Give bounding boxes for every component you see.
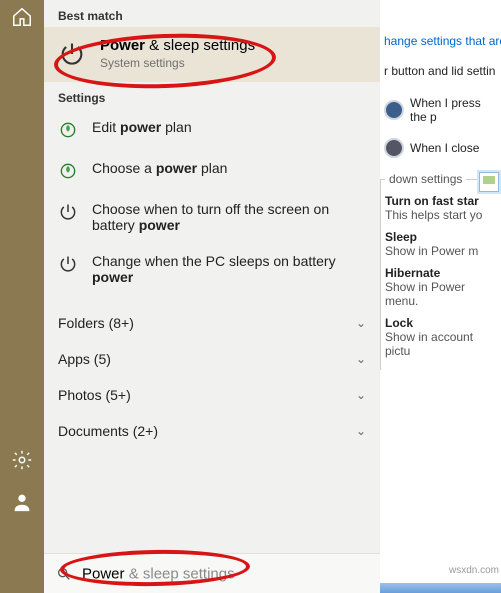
category-item[interactable]: Folders (8+) ⌄ [44,305,380,341]
settings-header: Settings [44,82,380,109]
settings-item[interactable]: Change when the PC sleeps on battery pow… [44,243,380,295]
settings-item-label: Choose when to turn off the screen on ba… [92,201,362,233]
chevron-down-icon: ⌄ [356,352,366,366]
category-label: Documents (2+) [58,423,158,439]
button-lid-label: r button and lid settin [380,60,501,82]
power-icon [58,40,86,68]
gear-icon[interactable] [11,449,33,471]
best-match-header: Best match [44,0,380,27]
start-rail [0,0,44,593]
shutdown-option-title: Turn on fast star [385,194,497,208]
shutdown-option-sub: Show in account pictu [385,330,497,358]
lid-icon [384,138,404,158]
search-icon [56,566,72,582]
search-input[interactable] [82,565,281,582]
close-lid-row: When I close [384,138,497,158]
category-item[interactable]: Documents (2+) ⌄ [44,413,380,449]
shutdown-option-title: Hibernate [385,266,497,280]
search-results-panel: Best match Power & sleep settings System… [44,0,380,593]
shutdown-legend: down settings [385,172,466,186]
settings-item[interactable]: Edit power plan [44,109,380,150]
best-match-title: Power & sleep settings [100,37,255,54]
settings-item[interactable]: Choose when to turn off the screen on ba… [44,191,380,243]
power-icon [58,254,78,274]
settings-item-label: Change when the PC sleeps on battery pow… [92,253,362,285]
home-icon[interactable] [11,6,33,28]
category-list: Folders (8+)⌄Apps (5)⌄Photos (5+)⌄Docume… [44,301,380,453]
settings-item-label: Edit power plan [92,119,192,135]
best-match-item[interactable]: Power & sleep settings System settings [44,27,380,82]
power-plan-icon [58,120,78,140]
category-label: Apps (5) [58,351,111,367]
press-power-row: When I press the p [384,96,497,124]
category-label: Photos (5+) [58,387,131,403]
settings-item-label: Choose a power plan [92,160,227,176]
best-match-subtitle: System settings [100,56,255,70]
shutdown-option-sub: Show in Power m [385,244,497,258]
taskbar-fragment [380,583,501,593]
power-plan-icon [58,161,78,181]
settings-list: Edit power plan Choose a power plan Choose… [44,109,380,301]
shutdown-option-sub: This helps start yo [385,208,497,222]
shutdown-option-title: Lock [385,316,497,330]
category-item[interactable]: Apps (5) ⌄ [44,341,380,377]
user-icon[interactable] [11,491,33,513]
shutdown-option-sub: Show in Power menu. [385,280,497,308]
shutdown-settings-group: down settings Turn on fast starThis help… [380,172,501,370]
watermark: wsxdn.com [449,565,499,576]
chevron-down-icon: ⌄ [356,316,366,330]
shutdown-option-title: Sleep [385,230,497,244]
background-power-options: hange settings that are r button and lid… [380,0,501,593]
chevron-down-icon: ⌄ [356,424,366,438]
search-bar: Power & sleep settings [44,553,380,593]
chevron-down-icon: ⌄ [356,388,366,402]
preview-thumbnail [479,172,499,192]
power-icon [58,202,78,222]
power-button-icon [384,100,404,120]
category-label: Folders (8+) [58,315,134,331]
settings-item[interactable]: Choose a power plan [44,150,380,191]
change-settings-link[interactable]: hange settings that are [384,34,501,48]
category-item[interactable]: Photos (5+) ⌄ [44,377,380,413]
